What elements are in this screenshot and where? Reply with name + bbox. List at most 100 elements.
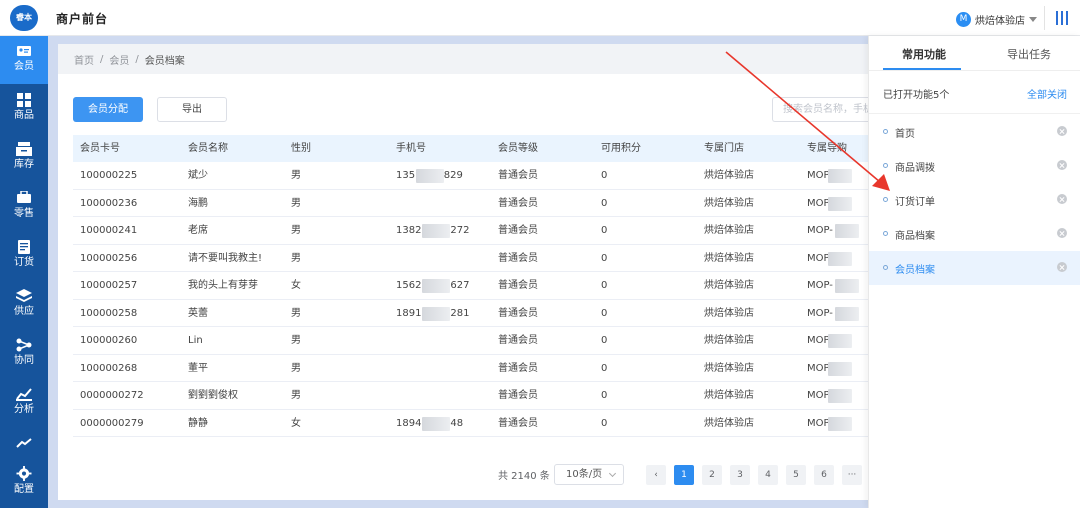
table-row[interactable]: 100000236 海鹏 男 普通会员 0 烘焙体验店 MOP bbox=[73, 190, 868, 217]
cell-name: 静静 bbox=[188, 417, 208, 429]
function-item-member-archive[interactable]: 会员档案 bbox=[869, 251, 1080, 285]
close-all-link[interactable]: 全部关闭 bbox=[1027, 86, 1067, 101]
sidebar: 会员 商品 库存 零售 订货 供应 协同 分析 配置 bbox=[0, 36, 48, 508]
page-button-1[interactable]: 1 bbox=[674, 465, 694, 485]
redacted-mask bbox=[828, 361, 852, 376]
column-header[interactable]: 专属导购 bbox=[807, 135, 867, 162]
cell-guide: MOP bbox=[807, 382, 867, 409]
function-item-transfer[interactable]: 商品调拨 bbox=[869, 149, 1080, 183]
function-label: 订货订单 bbox=[895, 197, 935, 208]
breadcrumb-home[interactable]: 首页 bbox=[74, 52, 94, 67]
page-button-5[interactable]: 5 bbox=[786, 465, 806, 485]
redacted-mask bbox=[828, 416, 852, 431]
grid-icon bbox=[17, 93, 31, 107]
cell-gender: 男 bbox=[291, 362, 301, 374]
function-item-orders[interactable]: 订货订单 bbox=[869, 183, 1080, 217]
close-icon[interactable] bbox=[1057, 262, 1067, 272]
cell-card: 100000258 bbox=[80, 307, 138, 319]
page-button-2[interactable]: 2 bbox=[702, 465, 722, 485]
inventory-icon bbox=[16, 142, 32, 156]
close-icon[interactable] bbox=[1057, 126, 1067, 136]
cell-level: 普通会员 bbox=[498, 362, 538, 374]
cell-store: 烘焙体验店 bbox=[704, 170, 754, 181]
function-label: 会员档案 bbox=[895, 265, 935, 276]
table-row[interactable]: 100000258 英蕾 男 1891 281 普通会员 0 烘焙体验店 MOP- bbox=[73, 300, 868, 327]
table-row[interactable]: 100000256 请不要叫我教主! 男 普通会员 0 烘焙体验店 MOP bbox=[73, 245, 868, 272]
prev-page-button[interactable]: ‹ bbox=[646, 465, 666, 485]
chart-icon bbox=[16, 388, 32, 401]
table-row[interactable]: 0000000279 静静 女 1894 48 普通会员 0 烘焙体验店 MOP bbox=[73, 410, 868, 437]
cell-points: 0 bbox=[601, 225, 608, 236]
column-header[interactable]: 会员卡号 bbox=[80, 135, 180, 162]
cell-card: 100000268 bbox=[80, 362, 138, 374]
cell-phone: 1894 48 bbox=[396, 410, 491, 437]
page-size-select[interactable]: 10条/页 bbox=[554, 464, 624, 485]
sidebar-item-goods[interactable]: 商品 bbox=[0, 85, 48, 133]
breadcrumb-section[interactable]: 会员 bbox=[109, 52, 129, 67]
column-header[interactable]: 手机号 bbox=[396, 135, 491, 162]
function-item-home[interactable]: 首页 bbox=[869, 115, 1080, 149]
table-row[interactable]: 100000260 Lin 男 普通会员 0 烘焙体验店 MOP bbox=[73, 327, 868, 355]
phone-suffix: 272 bbox=[450, 225, 470, 236]
page-button-4[interactable]: 4 bbox=[758, 465, 778, 485]
column-header[interactable]: 性别 bbox=[291, 135, 386, 162]
column-header[interactable]: 会员等级 bbox=[498, 135, 593, 162]
close-icon[interactable] bbox=[1057, 160, 1067, 170]
guide-prefix: MOP bbox=[807, 417, 830, 429]
sidebar-item-label: 配置 bbox=[14, 484, 34, 495]
cell-gender: 女 bbox=[291, 280, 301, 291]
tab-common-functions[interactable]: 常用功能 bbox=[902, 46, 946, 62]
tab-export-tasks[interactable]: 导出任务 bbox=[1007, 46, 1051, 62]
table-row[interactable]: 100000225 斌少 男 135 829 普通会员 0 烘焙体验店 MOP bbox=[73, 162, 868, 190]
cell-level: 普通会员 bbox=[498, 252, 538, 264]
cell-store: 烘焙体验店 bbox=[704, 197, 754, 209]
column-header[interactable]: 会员名称 bbox=[188, 135, 283, 162]
export-button[interactable]: 导出 bbox=[157, 97, 227, 122]
sidebar-item-retail[interactable]: 零售 bbox=[0, 183, 48, 231]
function-label: 首页 bbox=[895, 129, 915, 140]
redacted-mask bbox=[422, 416, 451, 431]
table-row[interactable]: 0000000272 劉劉劉俊权 男 普通会员 0 烘焙体验店 MOP bbox=[73, 382, 868, 410]
more-pages-button[interactable]: ··· bbox=[842, 465, 862, 485]
cell-guide: MOP- bbox=[807, 300, 867, 327]
guide-prefix: MOP bbox=[807, 252, 830, 264]
app-logo[interactable]: 睿本 bbox=[10, 5, 38, 31]
sidebar-item-config[interactable]: 配置 bbox=[0, 458, 48, 506]
redacted-mask bbox=[828, 389, 852, 403]
table-row[interactable]: 100000257 我的头上有芽芽 女 1562 627 普通会员 0 烘焙体验店 MOP- bbox=[73, 272, 868, 300]
table-row[interactable]: 100000241 老席 男 1382 272 普通会员 0 烘焙体验店 MOP- bbox=[73, 217, 868, 245]
columns-icon[interactable] bbox=[1056, 11, 1068, 25]
trend-icon[interactable] bbox=[16, 438, 32, 448]
sidebar-item-member[interactable]: 会员 bbox=[0, 36, 48, 84]
phone-suffix: 281 bbox=[450, 307, 470, 319]
page-button-3[interactable]: 3 bbox=[730, 465, 750, 485]
sidebar-item-supply[interactable]: 供应 bbox=[0, 281, 48, 329]
sidebar-item-analysis[interactable]: 分析 bbox=[0, 379, 48, 427]
cell-name: 董平 bbox=[188, 362, 208, 374]
cell-guide: MOP- bbox=[807, 217, 867, 244]
sidebar-item-collab[interactable]: 协同 bbox=[0, 330, 48, 378]
assign-member-button[interactable]: 会员分配 bbox=[73, 97, 143, 122]
cell-gender: 男 bbox=[291, 252, 301, 264]
cell-gender: 男 bbox=[291, 170, 301, 181]
layers-icon bbox=[16, 289, 32, 302]
close-icon[interactable] bbox=[1057, 228, 1067, 238]
chevron-down-icon bbox=[608, 469, 617, 478]
cell-store: 烘焙体验店 bbox=[704, 225, 754, 236]
sidebar-item-order[interactable]: 订货 bbox=[0, 232, 48, 280]
column-header[interactable]: 可用积分 bbox=[601, 135, 696, 162]
close-icon[interactable] bbox=[1057, 194, 1067, 204]
redacted-mask bbox=[835, 306, 859, 321]
cell-points: 0 bbox=[601, 362, 608, 374]
column-header[interactable]: 专属门店 bbox=[704, 135, 799, 162]
gear-icon bbox=[16, 466, 32, 481]
table-row[interactable]: 100000268 董平 男 普通会员 0 烘焙体验店 MOP bbox=[73, 355, 868, 382]
function-item-goods-archive[interactable]: 商品档案 bbox=[869, 217, 1080, 251]
store-switcher[interactable]: M 烘焙体验店 bbox=[956, 10, 1037, 28]
guide-prefix: MOP- bbox=[807, 280, 833, 291]
cell-card: 100000236 bbox=[80, 197, 138, 209]
sidebar-item-inventory[interactable]: 库存 bbox=[0, 134, 48, 182]
page-button-6[interactable]: 6 bbox=[814, 465, 834, 485]
cell-store: 烘焙体验店 bbox=[704, 252, 754, 264]
search-input[interactable]: 搜索会员名称，手机 bbox=[772, 97, 868, 122]
